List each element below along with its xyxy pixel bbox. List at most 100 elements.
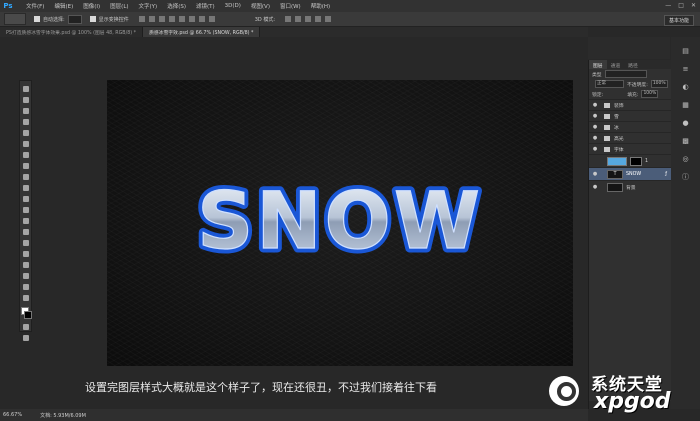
- quick-mask-icon[interactable]: [22, 324, 29, 330]
- move-tool-preset[interactable]: [4, 13, 26, 25]
- 3d-scale-icon[interactable]: [325, 16, 332, 22]
- visibility-eye-icon[interactable]: ●: [589, 146, 601, 152]
- menu-file[interactable]: 文件(F): [26, 2, 44, 10]
- blend-mode-select[interactable]: 正常: [595, 80, 624, 88]
- tab-document-1[interactable]: PS打造质感冰雪字体效果.psd @ 100% (图层 48, RGB/8) *: [0, 27, 144, 37]
- fill-label: 填充:: [627, 92, 639, 98]
- 3d-rotate-icon[interactable]: [285, 16, 292, 22]
- layer-group-font[interactable]: ● 字体: [589, 143, 671, 154]
- swatches-icon[interactable]: ▩: [682, 137, 690, 145]
- tab-paths[interactable]: 路径: [624, 60, 642, 69]
- visibility-eye-icon[interactable]: ●: [589, 184, 601, 190]
- blur-tool-icon[interactable]: [22, 218, 29, 224]
- info-icon[interactable]: ⓘ: [682, 173, 690, 181]
- transform-checkbox[interactable]: [89, 16, 96, 22]
- color-icon[interactable]: ●: [682, 119, 690, 127]
- 3d-slide-icon[interactable]: [315, 16, 322, 22]
- properties-icon[interactable]: ≡: [682, 65, 690, 73]
- history-icon[interactable]: ▤: [682, 47, 690, 55]
- visibility-eye-icon[interactable]: ●: [589, 124, 601, 130]
- styles-icon[interactable]: ▦: [682, 101, 690, 109]
- eyedropper-tool-icon[interactable]: [22, 141, 29, 147]
- auto-select-dropdown[interactable]: [67, 14, 82, 24]
- path-select-tool-icon[interactable]: [22, 262, 29, 268]
- align-bottom-icon[interactable]: [158, 16, 165, 22]
- history-brush-tool-icon[interactable]: [22, 185, 29, 191]
- layers-panel: 图层 通道 路径 类型 正常 不透明度: 100% 锁定: 填充: 100% ●…: [588, 60, 671, 409]
- lasso-tool-icon[interactable]: [22, 108, 29, 114]
- visibility-eye-icon[interactable]: ●: [589, 135, 601, 141]
- quick-select-tool-icon[interactable]: [22, 119, 29, 125]
- visibility-eye-icon[interactable]: ●: [589, 102, 601, 108]
- maximize-icon[interactable]: □: [678, 2, 684, 9]
- filter-icons[interactable]: [604, 70, 647, 78]
- layer-effects-icon[interactable]: ƒ: [665, 171, 667, 177]
- menu-help[interactable]: 帮助(H): [311, 2, 330, 10]
- hand-tool-icon[interactable]: [22, 284, 29, 290]
- move-tool-icon[interactable]: [22, 86, 29, 92]
- menu-edit[interactable]: 编辑(E): [54, 2, 73, 10]
- crop-tool-icon[interactable]: [22, 130, 29, 136]
- color-swatches[interactable]: [20, 307, 32, 319]
- auto-select-checkbox[interactable]: [34, 16, 40, 22]
- menu-type[interactable]: 文字(Y): [139, 2, 158, 10]
- eraser-tool-icon[interactable]: [22, 196, 29, 202]
- layer-name: 字体: [614, 147, 624, 153]
- visibility-eye-icon[interactable]: ●: [589, 171, 601, 177]
- layer-name: 装饰: [614, 103, 624, 109]
- tools-panel: [19, 80, 32, 341]
- layer-background[interactable]: ● 背景: [589, 180, 671, 193]
- 3d-drag-icon[interactable]: [305, 16, 312, 22]
- align-top-icon[interactable]: [138, 16, 145, 22]
- clone-stamp-tool-icon[interactable]: [22, 174, 29, 180]
- layer-group-ice[interactable]: ● 冰: [589, 121, 671, 132]
- document-canvas[interactable]: SNOW SNOW: [107, 80, 573, 366]
- pen-tool-icon[interactable]: [22, 240, 29, 246]
- workspace-switcher[interactable]: 基本功能: [663, 15, 694, 26]
- layer-group-highlight[interactable]: ● 高光: [589, 132, 671, 143]
- type-tool-icon[interactable]: [22, 251, 29, 257]
- distribute-h-icon[interactable]: [208, 16, 215, 22]
- minimize-icon[interactable]: —: [665, 2, 671, 9]
- align-center-icon[interactable]: [178, 16, 185, 22]
- gradient-tool-icon[interactable]: [22, 207, 29, 213]
- menu-window[interactable]: 窗口(W): [280, 2, 301, 10]
- close-icon[interactable]: ✕: [691, 2, 696, 9]
- visibility-eye-icon[interactable]: ●: [589, 113, 601, 119]
- zoom-level[interactable]: 66.67%: [3, 412, 22, 418]
- align-left-icon[interactable]: [168, 16, 175, 22]
- align-middle-icon[interactable]: [148, 16, 155, 22]
- healing-tool-icon[interactable]: [22, 152, 29, 158]
- menu-select[interactable]: 选择(S): [167, 2, 186, 10]
- zoom-tool-icon[interactable]: [22, 295, 29, 301]
- opacity-input[interactable]: 100%: [650, 80, 668, 88]
- 3d-roll-icon[interactable]: [295, 16, 302, 22]
- tab-channels[interactable]: 通道: [607, 60, 625, 69]
- distribute-icon[interactable]: [198, 16, 205, 22]
- menu-image[interactable]: 图像(I): [83, 2, 100, 10]
- watermark-domain: xpgod: [594, 389, 671, 414]
- document-size[interactable]: 文档: 5.93M/6.09M: [40, 412, 86, 419]
- filter-type-label[interactable]: 类型: [592, 71, 602, 78]
- layer-snow-text[interactable]: ● T SNOW ƒ: [589, 167, 671, 180]
- dodge-tool-icon[interactable]: [22, 229, 29, 235]
- mini-panel-dock: [588, 37, 670, 59]
- layer-1[interactable]: 1: [589, 154, 671, 167]
- menu-layer[interactable]: 图层(L): [110, 2, 128, 10]
- tab-document-2[interactable]: 质感冰雪字效.psd @ 66.7% (SNOW, RGB/8) *: [143, 27, 261, 37]
- layer-group-snow[interactable]: ● 雪: [589, 110, 671, 121]
- menu-filter[interactable]: 滤镜(T): [196, 2, 215, 10]
- tab-layers[interactable]: 图层: [589, 60, 607, 69]
- adjustments-icon[interactable]: ◐: [682, 83, 690, 91]
- shape-tool-icon[interactable]: [22, 273, 29, 279]
- navigator-icon[interactable]: ◎: [682, 155, 690, 163]
- layer-group-decor[interactable]: ● 装饰: [589, 99, 671, 110]
- background-color[interactable]: [24, 311, 32, 319]
- brush-tool-icon[interactable]: [22, 163, 29, 169]
- screen-mode-icon[interactable]: [22, 335, 29, 341]
- menu-view[interactable]: 视图(V): [251, 2, 270, 10]
- fill-input[interactable]: 100%: [641, 90, 659, 98]
- align-right-icon[interactable]: [188, 16, 195, 22]
- marquee-tool-icon[interactable]: [22, 97, 29, 103]
- menu-3d[interactable]: 3D(D): [225, 3, 241, 9]
